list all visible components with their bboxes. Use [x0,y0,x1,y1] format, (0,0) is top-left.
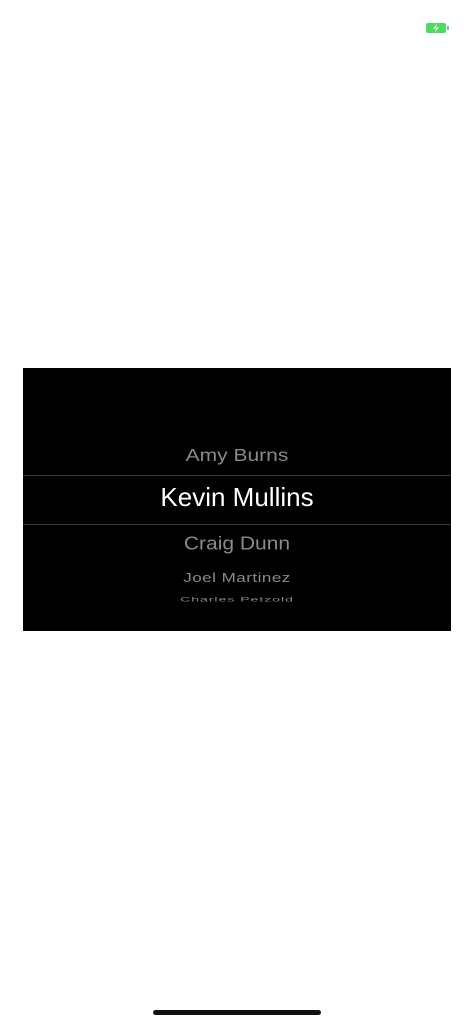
picker-item[interactable]: Charles Petzold [23,595,451,602]
picker-item-selected[interactable]: Kevin Mullins [23,482,451,513]
battery-charging-icon [426,23,449,33]
home-indicator[interactable] [153,1010,321,1015]
lightning-bolt-icon [433,24,439,32]
name-picker[interactable]: Amy Burns Kevin Mullins Craig Dunn Joel … [23,368,451,631]
picker-item[interactable]: Amy Burns [23,446,451,466]
selection-top-divider [23,475,451,476]
app-screen: Amy Burns Kevin Mullins Craig Dunn Joel … [0,0,474,1025]
picker-item[interactable]: Craig Dunn [23,533,451,554]
selection-bottom-divider [23,524,451,525]
picker-item[interactable]: Joel Martinez [23,571,451,586]
